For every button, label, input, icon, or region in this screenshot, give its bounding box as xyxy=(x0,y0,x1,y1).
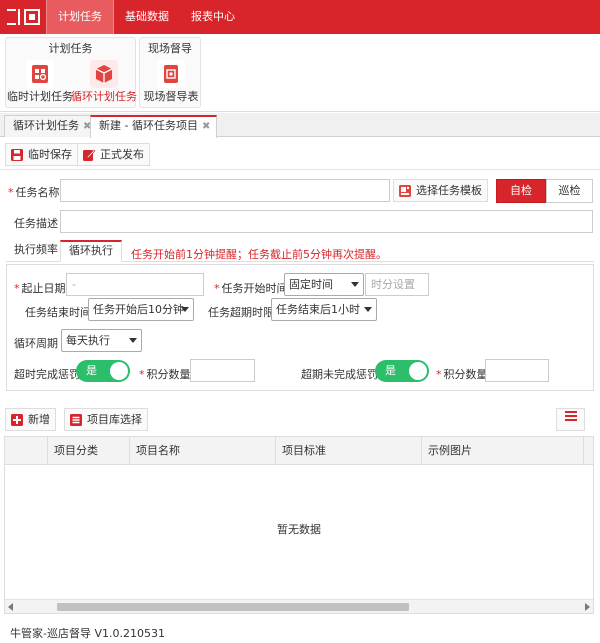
top-nav: 计划任务 基础数据 报表中心 xyxy=(46,0,246,34)
temp-plan-icon xyxy=(26,60,54,88)
add-icon xyxy=(10,413,24,427)
scroll-thumb[interactable] xyxy=(57,603,409,611)
ribbon-group-title: 计划任务 xyxy=(48,42,93,55)
scroll-right-icon[interactable] xyxy=(585,603,590,611)
points-input-2[interactable] xyxy=(485,359,549,382)
publish-label: 正式发布 xyxy=(100,148,144,161)
list-settings-icon xyxy=(564,409,578,430)
task-name-label: * 任务名称 xyxy=(8,186,60,199)
overtime-penalty-label: 超时完成惩罚 xyxy=(14,368,80,381)
topnav-report-center[interactable]: 报表中心 xyxy=(180,0,246,34)
save-icon xyxy=(10,148,24,162)
toolbar: 临时保存 正式发布 xyxy=(0,140,600,170)
date-range-label: * 起止日期 xyxy=(14,282,66,295)
ribbon-group-title: 现场督导 xyxy=(148,42,192,55)
column-overflow xyxy=(583,437,593,465)
unfinished-penalty-toggle[interactable]: 是 xyxy=(375,360,429,382)
table-header: 项目分类 项目名称 项目标准 示例图片 xyxy=(5,437,593,465)
chevron-down-icon xyxy=(364,307,372,312)
ribbon-temp-plan-task[interactable]: 临时计划任务 xyxy=(7,56,73,106)
column-sample-image[interactable]: 示例图片 xyxy=(421,437,583,465)
ribbon-onsite-supervision[interactable]: 现场督导表 xyxy=(139,56,203,106)
cycle-period-select[interactable]: 每天执行 xyxy=(61,329,142,352)
template-icon xyxy=(398,184,412,198)
items-toolbar: 新增 项目库选择 xyxy=(0,405,600,435)
overdue-limit-select[interactable]: 任务结束后1小时 xyxy=(271,298,377,321)
points-label-2: * 积分数量 xyxy=(436,368,488,381)
app-logo xyxy=(6,6,42,28)
item-library-button[interactable]: 项目库选择 xyxy=(64,408,148,431)
column-settings-button[interactable] xyxy=(556,408,585,431)
start-time-mode-select[interactable]: 固定时间 xyxy=(284,273,364,296)
column-item-name[interactable]: 项目名称 xyxy=(129,437,275,465)
document-tabs: 循环计划任务 ✖ 新建 - 循环任务项目 ✖ xyxy=(0,113,600,138)
column-item-standard[interactable]: 项目标准 xyxy=(275,437,421,465)
tab-cycle-exec[interactable]: 循环执行 xyxy=(60,240,122,262)
unfinished-penalty-label: 超期未完成惩罚 xyxy=(301,368,378,381)
end-time-label: 任务结束时间 xyxy=(25,306,91,319)
start-time-label: * 任务开始时间 xyxy=(214,282,288,295)
doc-tab-new-cycle-item[interactable]: 新建 - 循环任务项目 ✖ xyxy=(90,115,218,138)
add-item-button[interactable]: 新增 xyxy=(5,408,56,431)
edit-icon xyxy=(82,148,96,162)
points-label-1: * 积分数量 xyxy=(139,368,191,381)
chevron-down-icon xyxy=(129,338,137,343)
supervision-sheet-icon xyxy=(157,60,185,88)
doc-tab-cycle-plan[interactable]: 循环计划任务 ✖ xyxy=(4,115,99,137)
temp-save-button[interactable]: 临时保存 xyxy=(5,143,78,166)
self-check-button[interactable]: 自检 xyxy=(496,179,546,203)
library-icon xyxy=(69,413,83,427)
footer-version: 牛管家-巡店督导 V1.0.210531 xyxy=(10,627,165,640)
topnav-basic-data[interactable]: 基础数据 xyxy=(114,0,180,34)
top-bar: 计划任务 基础数据 报表中心 xyxy=(0,0,600,34)
item-library-label: 项目库选择 xyxy=(87,413,142,426)
topnav-plan-tasks[interactable]: 计划任务 xyxy=(46,0,114,34)
points-input-1[interactable] xyxy=(190,359,255,382)
ribbon: 计划任务 临时计划任务 循环计划任务 现场督导 现场督导表 xyxy=(0,34,600,112)
doc-tab-label: 新建 - 循环任务项目 xyxy=(99,119,198,132)
items-table: 项目分类 项目名称 项目标准 示例图片 暂无数据 xyxy=(4,436,594,614)
horizontal-scrollbar[interactable] xyxy=(5,599,593,613)
patrol-button[interactable]: 巡检 xyxy=(546,179,593,203)
temp-save-label: 临时保存 xyxy=(28,148,72,161)
ribbon-cycle-plan-task[interactable]: 循环计划任务 xyxy=(71,56,137,106)
publish-button[interactable]: 正式发布 xyxy=(77,143,150,166)
chevron-down-icon xyxy=(351,282,359,287)
empty-state: 暂无数据 xyxy=(277,523,321,536)
column-select xyxy=(5,437,47,465)
cycle-plan-icon xyxy=(90,60,118,88)
overdue-limit-label: 任务超期时限 xyxy=(208,306,274,319)
task-desc-label: 任务描述 xyxy=(14,217,58,230)
add-item-label: 新增 xyxy=(28,413,50,426)
column-category[interactable]: 项目分类 xyxy=(47,437,129,465)
reminder-hint: 任务开始前1分钟提醒；任务截止前5分钟再次提醒。 xyxy=(131,248,387,261)
tab-exec-frequency[interactable]: 执行频率 xyxy=(6,240,66,262)
start-time-input[interactable]: 时分设置 xyxy=(365,273,429,296)
end-time-select[interactable]: 任务开始后10分钟 xyxy=(88,298,194,321)
ribbon-item-label: 循环计划任务 xyxy=(71,90,137,103)
close-icon[interactable]: ✖ xyxy=(202,121,210,132)
date-range-input[interactable]: - xyxy=(66,273,204,296)
ribbon-group-plan: 计划任务 临时计划任务 循环计划任务 xyxy=(5,37,137,108)
scroll-left-icon[interactable] xyxy=(8,603,13,611)
task-desc-input[interactable] xyxy=(60,210,593,233)
ribbon-group-onsite: 现场督导 现场督导表 xyxy=(139,37,201,108)
cycle-period-label: 循环周期 xyxy=(14,337,58,350)
chevron-down-icon xyxy=(181,307,189,312)
task-name-input[interactable] xyxy=(60,179,390,202)
doc-tab-label: 循环计划任务 xyxy=(13,119,79,132)
ribbon-item-label: 现场督导表 xyxy=(143,90,199,103)
overtime-penalty-toggle[interactable]: 是 xyxy=(76,360,130,382)
select-template-button[interactable]: 选择任务模板 xyxy=(393,179,488,202)
select-template-label: 选择任务模板 xyxy=(416,184,482,197)
